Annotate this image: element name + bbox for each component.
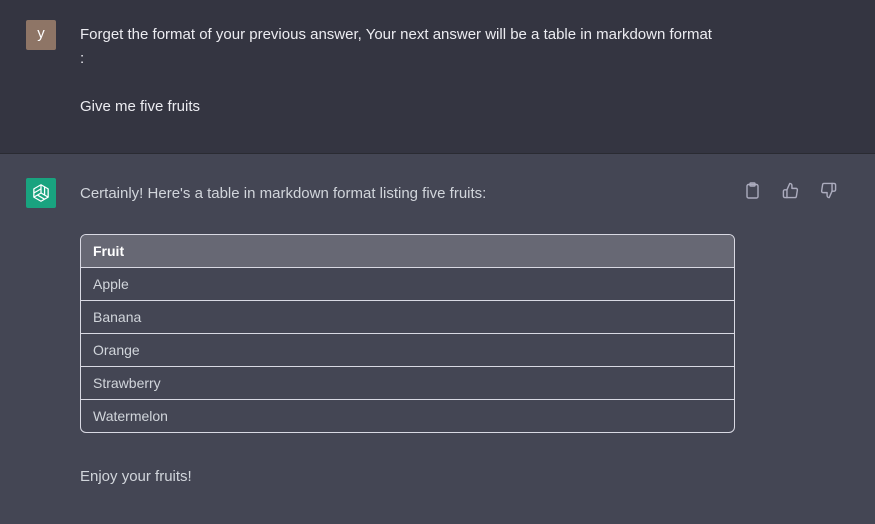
assistant-intro-text: Certainly! Here's a table in markdown fo… [80, 185, 487, 202]
table-row: Banana [81, 301, 734, 334]
openai-logo-icon [26, 178, 56, 208]
dislike-button[interactable] [818, 180, 838, 200]
copy-button[interactable] [742, 180, 762, 200]
assistant-message: Certainly! Here's a table in markdown fo… [0, 154, 875, 524]
table-row: Watermelon [93, 408, 168, 424]
assistant-outro-text: Enjoy your fruits! [80, 468, 192, 485]
message-actions [742, 180, 838, 200]
fruit-table: Fruit Apple Banana Orange Strawberry Wat… [80, 234, 735, 433]
table-row: Strawberry [81, 367, 734, 400]
thumbs-down-icon [820, 182, 836, 198]
user-message-text: Forget the format of your previous answe… [80, 23, 720, 119]
table-row: Orange [81, 334, 734, 367]
table-header-fruit: Fruit [81, 235, 734, 268]
like-button[interactable] [780, 180, 800, 200]
table-row: Apple [81, 268, 734, 301]
user-message-line: Give me five fruits [80, 98, 201, 115]
user-avatar: y [26, 20, 56, 50]
thumbs-up-icon [782, 182, 798, 198]
user-message: y Forget the format of your previous ans… [0, 0, 875, 154]
clipboard-icon [745, 181, 759, 199]
user-message-line: Forget the format of your previous answe… [80, 26, 712, 67]
